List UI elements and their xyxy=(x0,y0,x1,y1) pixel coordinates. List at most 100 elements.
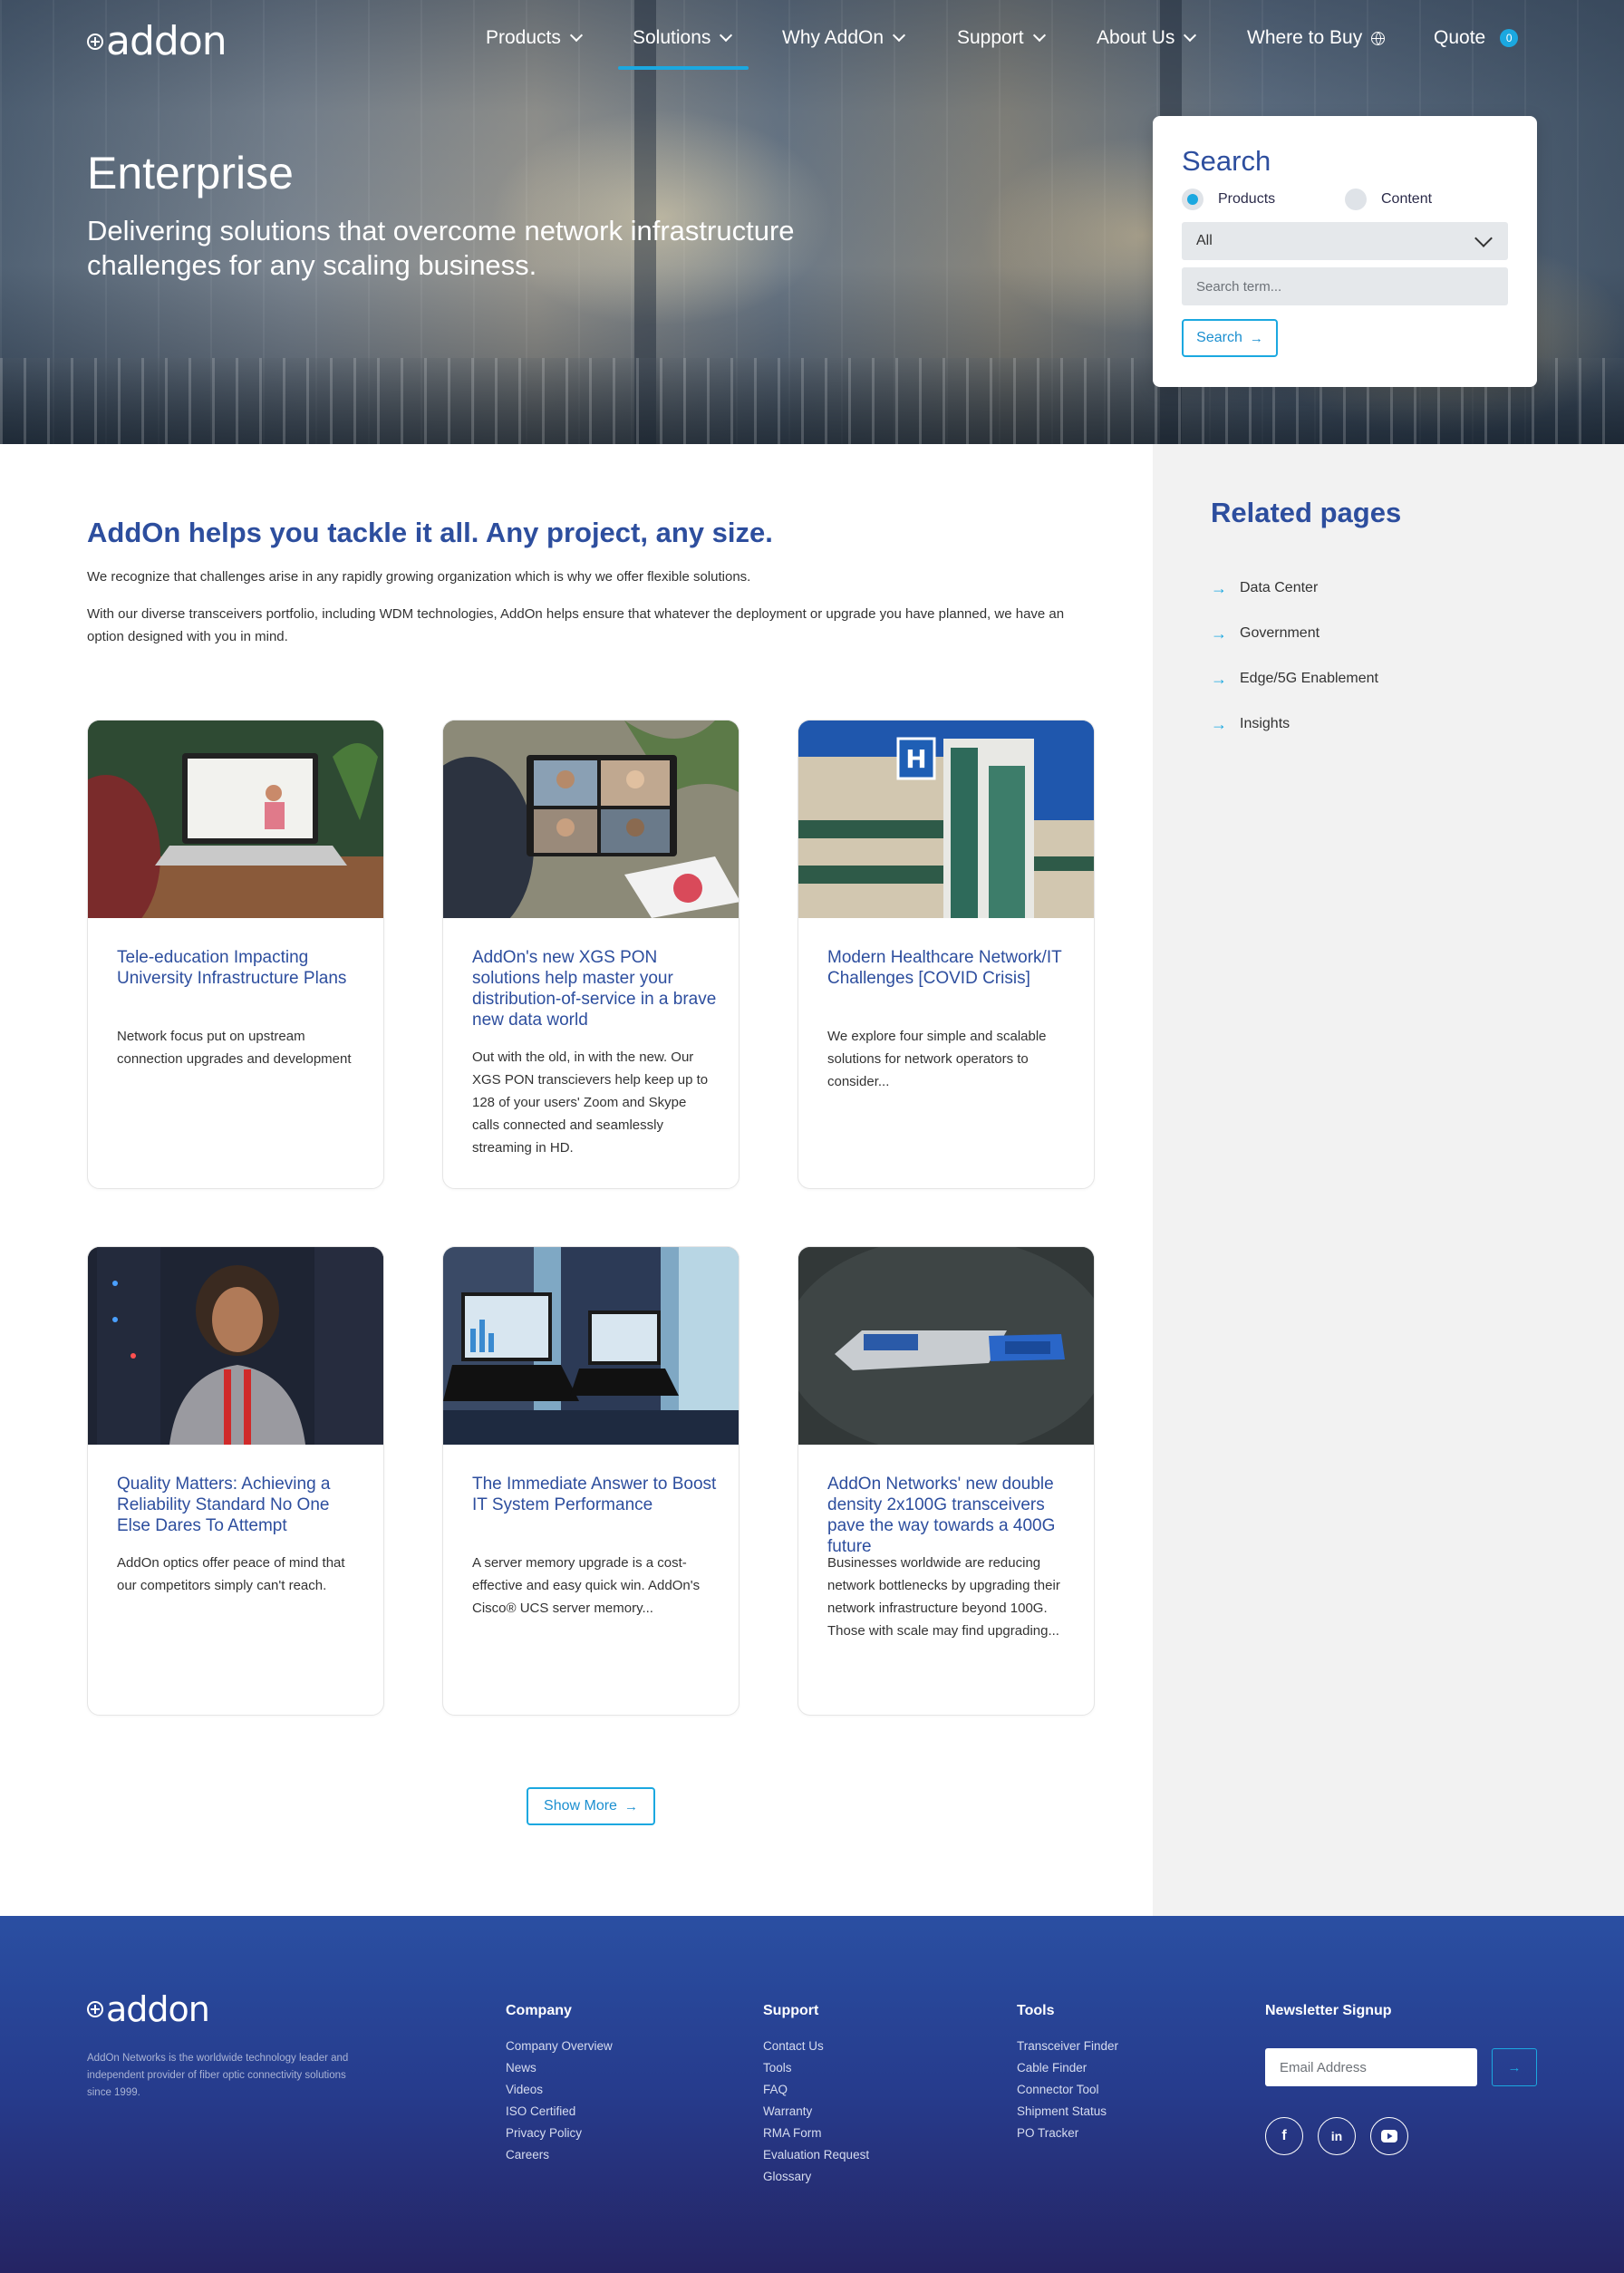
intro-heading: AddOn helps you tackle it all. Any proje… xyxy=(87,517,773,548)
intro-paragraph-1: We recognize that challenges arise in an… xyxy=(87,569,751,585)
article-description: Network focus put on upstream connection… xyxy=(117,1029,352,1067)
article-card[interactable]: The Immediate Answer to Boost IT System … xyxy=(442,1246,740,1716)
chevron-down-icon xyxy=(569,28,583,43)
footer-link[interactable]: Tools xyxy=(763,2061,869,2083)
footer-link[interactable]: Contact Us xyxy=(763,2039,869,2061)
article-title[interactable]: The Immediate Answer to Boost IT System … xyxy=(472,1474,717,1515)
arrow-right-icon: → xyxy=(624,1798,638,1814)
youtube-play-icon xyxy=(1381,2130,1397,2142)
search-input[interactable] xyxy=(1182,267,1508,305)
quote-count-badge: 0 xyxy=(1500,29,1519,47)
related-link-edge-5g[interactable]: → Edge/5G Enablement xyxy=(1211,656,1378,701)
related-link-insights[interactable]: → Insights xyxy=(1211,701,1378,747)
facebook-icon[interactable]: f xyxy=(1265,2117,1303,2155)
article-title[interactable]: AddOn Networks' new double density 2x100… xyxy=(827,1474,1072,1557)
article-card[interactable]: H Modern Healthcare Network/IT Challenge… xyxy=(798,720,1095,1189)
footer-link[interactable]: Company Overview xyxy=(506,2039,613,2061)
chevron-down-icon xyxy=(1474,229,1493,247)
footer-link[interactable]: PO Tracker xyxy=(1017,2126,1118,2148)
article-image xyxy=(798,1247,1094,1445)
search-title: Search xyxy=(1182,145,1271,177)
globe-icon xyxy=(1371,31,1386,45)
linkedin-icon[interactable]: in xyxy=(1318,2117,1356,2155)
footer-link[interactable]: Careers xyxy=(506,2148,613,2170)
nav-item-support[interactable]: Support xyxy=(957,27,1046,49)
related-pages-list: → Data Center → Government → Edge/5G Enable… xyxy=(1211,566,1378,747)
plus-icon xyxy=(87,2001,103,2017)
related-link-government[interactable]: → Government xyxy=(1211,611,1378,656)
active-nav-indicator xyxy=(618,66,749,70)
top-nav: addon Products Solutions Why AddOn Suppo… xyxy=(0,0,1624,73)
radio-unselected-icon[interactable] xyxy=(1345,189,1367,210)
newsletter-submit-button[interactable]: → xyxy=(1492,2048,1537,2086)
chevron-down-icon xyxy=(892,28,906,43)
chevron-down-icon xyxy=(1184,28,1197,43)
article-card[interactable]: Tele-education Impacting University Infr… xyxy=(87,720,384,1189)
footer-link[interactable]: ISO Certified xyxy=(506,2104,613,2126)
article-title[interactable]: AddOn's new XGS PON solutions help maste… xyxy=(472,947,717,1030)
nav-item-why-addon[interactable]: Why AddOn xyxy=(782,27,906,49)
article-title[interactable]: Quality Matters: Achieving a Reliability… xyxy=(117,1474,362,1536)
arrow-right-icon: → xyxy=(1211,578,1227,597)
nav-item-products[interactable]: Products xyxy=(486,27,583,49)
footer-link[interactable]: Privacy Policy xyxy=(506,2126,613,2148)
article-image xyxy=(443,1247,739,1445)
footer-link[interactable]: Glossary xyxy=(763,2170,869,2191)
footer-support-column: Support Contact Us Tools FAQ Warranty RM… xyxy=(763,2003,869,2191)
article-image: H xyxy=(798,721,1094,918)
footer-link[interactable]: Videos xyxy=(506,2083,613,2104)
arrow-right-icon: → xyxy=(1211,624,1227,643)
nav-item-quote[interactable]: Quote 0 xyxy=(1434,27,1519,49)
footer-link[interactable]: Cable Finder xyxy=(1017,2061,1118,2083)
related-pages-title: Related pages xyxy=(1211,497,1402,528)
article-description: A server memory upgrade is a cost-effect… xyxy=(472,1555,701,1616)
addon-logo[interactable]: addon xyxy=(87,22,227,62)
footer-link[interactable]: RMA Form xyxy=(763,2126,869,2148)
arrow-right-icon: → xyxy=(1249,330,1263,346)
footer-description: AddOn Networks is the worldwide technolo… xyxy=(87,2053,349,2098)
arrow-right-icon: → xyxy=(1507,2059,1522,2075)
footer: addon AddOn Networks is the worldwide te… xyxy=(0,1916,1624,2273)
footer-link[interactable]: Warranty xyxy=(763,2104,869,2126)
footer-newsletter-column: Newsletter Signup xyxy=(1265,2003,1392,2018)
footer-link[interactable]: Shipment Status xyxy=(1017,2104,1118,2126)
article-title[interactable]: Modern Healthcare Network/IT Challenges … xyxy=(827,947,1072,989)
article-image xyxy=(88,721,383,918)
youtube-icon[interactable] xyxy=(1370,2117,1408,2155)
article-description: AddOn optics offer peace of mind that ou… xyxy=(117,1555,345,1593)
footer-link[interactable]: News xyxy=(506,2061,613,2083)
nav-item-where-to-buy[interactable]: Where to Buy xyxy=(1247,27,1386,49)
radio-selected-icon[interactable] xyxy=(1182,189,1204,210)
radio-content[interactable]: Content xyxy=(1345,189,1432,210)
article-description: Businesses worldwide are reducing networ… xyxy=(827,1555,1060,1639)
article-description: Out with the old, in with the new. Our X… xyxy=(472,1049,709,1156)
article-image xyxy=(88,1247,383,1445)
newsletter-email-input[interactable] xyxy=(1265,2048,1477,2086)
arrow-right-icon: → xyxy=(1211,714,1227,733)
article-image xyxy=(443,721,739,918)
related-link-data-center[interactable]: → Data Center xyxy=(1211,566,1378,611)
plus-icon xyxy=(87,34,103,50)
article-card[interactable]: Quality Matters: Achieving a Reliability… xyxy=(87,1246,384,1716)
footer-link[interactable]: Evaluation Request xyxy=(763,2148,869,2170)
footer-link[interactable]: FAQ xyxy=(763,2083,869,2104)
nav-item-solutions[interactable]: Solutions xyxy=(633,27,733,49)
article-description: We explore four simple and scalable solu… xyxy=(827,1029,1047,1089)
search-panel: Search Products Content All Search→ xyxy=(1153,116,1537,387)
article-title[interactable]: Tele-education Impacting University Infr… xyxy=(117,947,362,989)
footer-addon-logo[interactable]: addon xyxy=(87,1992,210,2026)
show-more-button[interactable]: Show More → xyxy=(527,1787,655,1825)
category-select[interactable]: All xyxy=(1182,222,1508,260)
footer-company-column: Company Company Overview News Videos ISO… xyxy=(506,2003,613,2170)
article-card[interactable]: AddOn Networks' new double density 2x100… xyxy=(798,1246,1095,1716)
article-card[interactable]: AddOn's new XGS PON solutions help maste… xyxy=(442,720,740,1189)
nav-item-about-us[interactable]: About Us xyxy=(1097,27,1197,49)
radio-products[interactable]: Products xyxy=(1182,189,1275,210)
search-button[interactable]: Search → xyxy=(1182,319,1278,357)
chevron-down-icon xyxy=(720,28,733,43)
hero-subtitle: Delivering solutions that overcome netwo… xyxy=(87,215,795,281)
arrow-right-icon: → xyxy=(1211,669,1227,688)
footer-link[interactable]: Connector Tool xyxy=(1017,2083,1118,2104)
footer-link[interactable]: Transceiver Finder xyxy=(1017,2039,1118,2061)
page-title: Enterprise xyxy=(87,148,294,198)
